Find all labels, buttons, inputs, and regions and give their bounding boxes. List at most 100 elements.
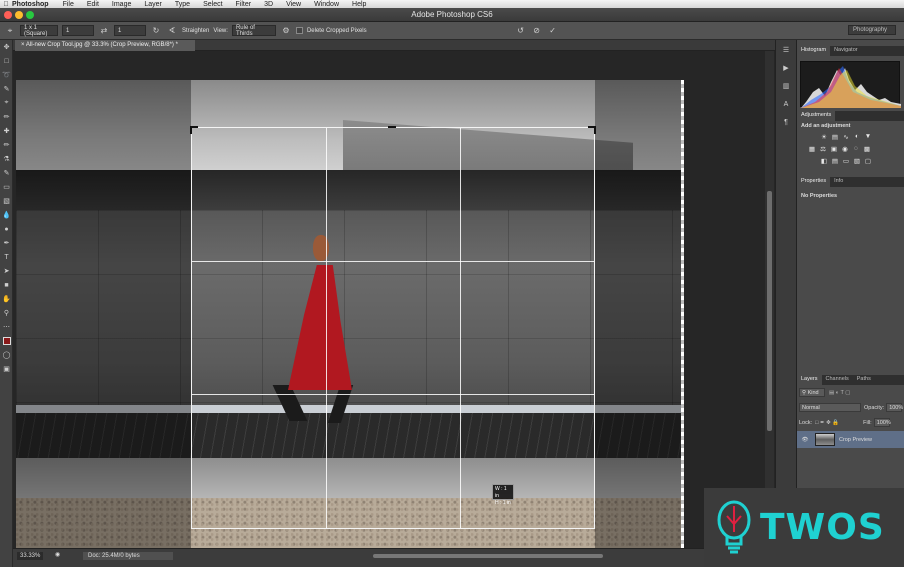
path-select-tool-icon[interactable]: ➤ bbox=[0, 264, 13, 278]
screen-mode-icon[interactable]: ▣ bbox=[0, 362, 13, 376]
cancel-icon[interactable]: ⊘ bbox=[531, 26, 543, 35]
menu-help[interactable]: Help bbox=[352, 1, 366, 8]
zoom-tool-icon[interactable]: ⚲ bbox=[0, 306, 13, 320]
horizontal-scrollbar[interactable] bbox=[373, 554, 603, 558]
canvas-area[interactable]: W : 1 in H : 1 in bbox=[13, 51, 775, 548]
tab-info[interactable]: Info bbox=[830, 177, 847, 187]
pen-tool-icon[interactable]: ✒ bbox=[0, 236, 13, 250]
swap-dimensions-icon[interactable]: ⇄ bbox=[98, 26, 110, 35]
crop-handle-top-right[interactable] bbox=[588, 126, 596, 134]
history-icon[interactable]: ☰ bbox=[776, 42, 796, 58]
paragraph-icon[interactable]: ¶ bbox=[776, 114, 796, 130]
menu-type[interactable]: Type bbox=[175, 1, 190, 8]
hand-tool-icon[interactable]: ✋ bbox=[0, 292, 13, 306]
quick-mask-icon[interactable]: ◯ bbox=[0, 348, 13, 362]
tab-adjustments[interactable]: Adjustments bbox=[797, 111, 836, 121]
gear-icon[interactable]: ⚙ bbox=[280, 26, 292, 35]
zoom-window-button[interactable] bbox=[26, 11, 34, 19]
workspace-select[interactable]: Photography bbox=[848, 25, 896, 35]
fill-input[interactable]: 100% bbox=[873, 418, 891, 427]
crop-box[interactable]: W : 1 in H : 1 in bbox=[190, 126, 596, 529]
character-icon[interactable]: A bbox=[776, 96, 796, 112]
crop-width-input[interactable]: 1 bbox=[62, 25, 94, 36]
tab-channels[interactable]: Channels bbox=[822, 375, 853, 385]
view-overlay-select[interactable]: Rule of Thirds bbox=[231, 25, 276, 37]
photo-filter-icon[interactable]: ◉ bbox=[840, 144, 850, 153]
menu-view[interactable]: View bbox=[286, 1, 301, 8]
reset-icon[interactable]: ↺ bbox=[515, 26, 527, 35]
tab-histogram[interactable]: Histogram bbox=[797, 46, 831, 56]
healing-tool-icon[interactable]: ✚ bbox=[0, 124, 13, 138]
color-lookup-icon[interactable]: ▩ bbox=[862, 144, 872, 153]
tab-paths[interactable]: Paths bbox=[853, 375, 875, 385]
dodge-tool-icon[interactable]: ● bbox=[0, 222, 13, 236]
menu-filter[interactable]: Filter bbox=[236, 1, 252, 8]
history-brush-icon[interactable]: ✎ bbox=[0, 166, 13, 180]
crop-handle-top-left[interactable] bbox=[190, 126, 198, 134]
straighten-icon[interactable]: ∢ bbox=[166, 26, 178, 35]
curves-icon[interactable]: ∿ bbox=[841, 132, 851, 141]
lasso-tool-icon[interactable]: ➰ bbox=[0, 68, 13, 82]
actions-play-icon[interactable]: ▶ bbox=[776, 60, 796, 76]
tab-properties[interactable]: Properties bbox=[797, 177, 831, 187]
apple-icon[interactable]:  bbox=[0, 1, 12, 8]
hue-saturation-icon[interactable]: ▦ bbox=[807, 144, 817, 153]
eye-icon[interactable]: 👁 bbox=[799, 437, 811, 443]
close-window-button[interactable] bbox=[4, 11, 12, 19]
crop-handle-top[interactable] bbox=[388, 126, 396, 134]
channel-mixer-icon[interactable]: ◌ bbox=[851, 144, 861, 153]
color-swatches[interactable] bbox=[0, 334, 13, 348]
move-tool-icon[interactable]: ✥ bbox=[0, 40, 13, 54]
close-icon[interactable]: × bbox=[21, 42, 25, 48]
blur-tool-icon[interactable]: 💧 bbox=[0, 208, 13, 222]
brush-presets-icon[interactable]: ▥ bbox=[776, 78, 796, 94]
crop-tool-icon[interactable]: ⌖ bbox=[4, 26, 16, 36]
levels-icon[interactable]: ▤ bbox=[830, 132, 840, 141]
status-menu-icon[interactable]: ◉ bbox=[55, 551, 60, 558]
commit-check-icon[interactable]: ✓ bbox=[547, 26, 559, 35]
scrollbar-thumb[interactable] bbox=[767, 191, 772, 431]
crop-preset-select[interactable]: 1 x 1 (Square) bbox=[20, 25, 58, 37]
layer-item-crop-preview[interactable]: 👁 Crop Preview bbox=[797, 431, 904, 448]
marquee-tool-icon[interactable]: □ bbox=[0, 54, 13, 68]
crop-tool-icon[interactable]: ⌖ bbox=[0, 96, 13, 110]
delete-cropped-checkbox[interactable] bbox=[295, 27, 303, 34]
vibrance-icon[interactable]: ▼ bbox=[863, 132, 873, 141]
foreground-color-swatch[interactable] bbox=[2, 337, 11, 345]
gradient-map-icon[interactable]: ▧ bbox=[852, 156, 862, 165]
menu-window[interactable]: Window bbox=[314, 1, 339, 8]
layer-filter-icons[interactable]: ▤ ◐ T ▢ bbox=[829, 390, 850, 396]
quick-select-tool-icon[interactable]: ✎ bbox=[0, 82, 13, 96]
color-balance-icon[interactable]: ⚖ bbox=[818, 144, 828, 153]
gradient-tool-icon[interactable]: ▧ bbox=[0, 194, 13, 208]
lock-icons[interactable]: □ ✒ ✥ 🔒 bbox=[815, 420, 839, 426]
minimize-window-button[interactable] bbox=[15, 11, 23, 19]
tab-navigator[interactable]: Navigator bbox=[830, 46, 862, 56]
menu-edit[interactable]: Edit bbox=[87, 1, 99, 8]
threshold-icon[interactable]: ▭ bbox=[841, 156, 851, 165]
app-menu[interactable]: Photoshop bbox=[12, 1, 49, 8]
zoom-level[interactable]: 33.33% bbox=[17, 552, 44, 560]
brush-tool-icon[interactable]: ✏ bbox=[0, 138, 13, 152]
menu-layer[interactable]: Layer bbox=[144, 1, 162, 8]
vertical-scrollbar[interactable] bbox=[765, 51, 774, 548]
menu-select[interactable]: Select bbox=[203, 1, 222, 8]
eyedropper-tool-icon[interactable]: ✏ bbox=[0, 110, 13, 124]
eraser-tool-icon[interactable]: ▭ bbox=[0, 180, 13, 194]
type-tool-icon[interactable]: T bbox=[0, 250, 13, 264]
menu-image[interactable]: Image bbox=[112, 1, 131, 8]
selective-color-icon[interactable]: ▢ bbox=[863, 156, 873, 165]
blend-mode-select[interactable]: Normal bbox=[799, 403, 861, 412]
edit-toolbar-icon[interactable]: ⋯ bbox=[0, 320, 13, 334]
layer-kind-select[interactable]: ⚲ Kind bbox=[799, 388, 825, 397]
document-tab[interactable]: × All-new Crop Tool.jpg @ 33.3% (Crop Pr… bbox=[15, 40, 195, 51]
crop-height-input[interactable]: 1 bbox=[114, 25, 146, 36]
opacity-input[interactable]: 100% bbox=[886, 403, 903, 412]
menu-3d[interactable]: 3D bbox=[264, 1, 273, 8]
straighten-button[interactable]: Straighten bbox=[182, 28, 209, 34]
shape-tool-icon[interactable]: ■ bbox=[0, 278, 13, 292]
black-white-icon[interactable]: ▣ bbox=[829, 144, 839, 153]
doc-size[interactable]: Doc: 25.4M/0 bytes bbox=[83, 552, 173, 560]
posterize-icon[interactable]: ▤ bbox=[830, 156, 840, 165]
invert-icon[interactable]: ◧ bbox=[819, 156, 829, 165]
